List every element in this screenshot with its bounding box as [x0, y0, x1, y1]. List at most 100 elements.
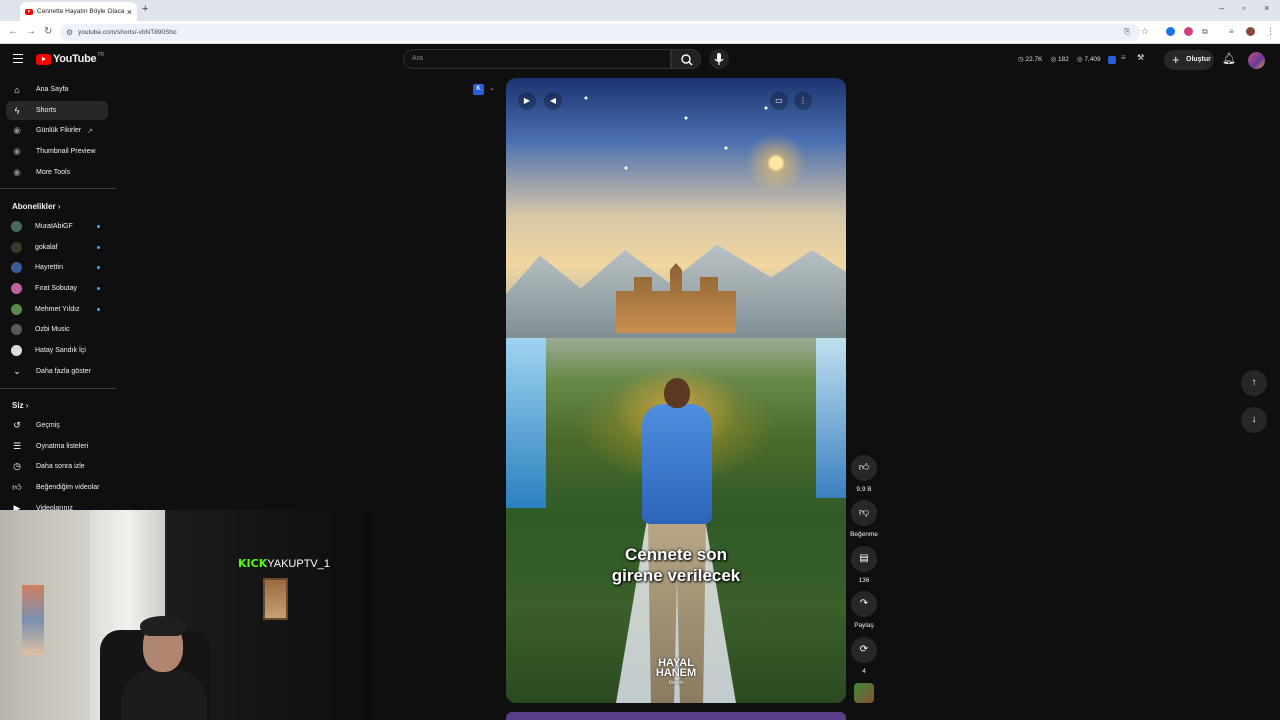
like-count: 9,9 B	[856, 486, 872, 493]
thumbs-up-icon[interactable]: 👍︎	[851, 455, 877, 481]
extensions-puzzle-icon[interactable]: ⧉	[1202, 27, 1208, 37]
channel-avatar	[11, 283, 22, 294]
forward-icon[interactable]: →	[26, 26, 36, 37]
sidebar-item-label: More Tools	[36, 169, 71, 176]
search-button[interactable]	[671, 49, 701, 69]
more-options-button[interactable]: ⋮	[794, 92, 812, 110]
watermark-location: Mersin	[668, 680, 684, 686]
create-button[interactable]: Oluştur	[1164, 50, 1214, 70]
media-control-icon[interactable]: ≡	[1229, 27, 1234, 36]
new-content-dot	[97, 308, 100, 311]
extension-shield-icon[interactable]	[1184, 27, 1193, 36]
sidebar-item-more-tools[interactable]: ◉ More Tools	[6, 163, 108, 182]
extension-stats: ◷ 22.7K ◎ 182 ◎ 7,409	[1018, 55, 1101, 63]
menu-icon[interactable]	[13, 54, 23, 63]
subscription-item[interactable]: Ozbi Music	[6, 320, 108, 339]
sidebar-item-home[interactable]: ⌂ Ana Sayfa	[6, 80, 108, 99]
extension-icon: ◉	[13, 125, 21, 135]
sound-thumbnail[interactable]	[854, 683, 874, 703]
chevron-down-icon[interactable]: ⌄	[489, 84, 495, 92]
share-label: Paylaş	[854, 622, 874, 629]
close-window-icon[interactable]: ×	[1264, 3, 1269, 13]
sidebar-item-watch-later[interactable]: ◷ Daha sonra izle	[6, 457, 108, 476]
minimize-icon[interactable]: –	[1219, 3, 1224, 13]
person-head	[664, 378, 690, 408]
subscriptions-heading[interactable]: Abonelikler ›	[12, 202, 60, 211]
next-short-button[interactable]: ↓	[1241, 407, 1267, 433]
like-action[interactable]: 👍︎ 9,9 B	[849, 455, 879, 493]
remix-action[interactable]: ⟳ 4	[849, 637, 879, 675]
extension-blue-icon[interactable]	[1166, 27, 1175, 36]
extension-list-icon[interactable]: ≡	[1121, 53, 1126, 62]
clock-icon: ◷	[13, 461, 21, 471]
notifications-bell-icon[interactable]: 🔔︎	[1222, 52, 1236, 65]
shorts-video-player[interactable]: ▶ ◀ ▭ ⋮ Cennete son girene verilecek HAY…	[506, 78, 846, 703]
divider	[0, 188, 116, 189]
new-content-dot	[97, 287, 100, 290]
channel-avatar	[11, 304, 22, 315]
extension-tool-icon[interactable]: ⚒	[1137, 53, 1144, 62]
show-more-label: Daha fazla göster	[36, 368, 91, 375]
url-input[interactable]: ⚙ youtube.com/shorts/-vbNT890Sho	[60, 24, 1140, 41]
install-icon[interactable]: ⎘	[1124, 27, 1130, 37]
extension-k-icon[interactable]	[1108, 56, 1116, 64]
stat-likes: ◎ 7,409	[1076, 56, 1101, 63]
thumbs-down-icon[interactable]: 👎︎	[851, 500, 877, 526]
new-tab-icon[interactable]: +	[142, 3, 148, 15]
dislike-action[interactable]: 👎︎ Beğenme	[849, 500, 879, 538]
sidebar-item-thumbnail-preview[interactable]: ◉ Thumbnail Preview	[6, 142, 108, 161]
extension-badge-icon[interactable]: K	[473, 84, 484, 95]
logo-text: YouTube	[53, 53, 97, 65]
new-content-dot	[97, 225, 100, 228]
sidebar-item-label: Shorts	[36, 107, 57, 114]
channel-name: MuratAbiGF	[35, 223, 73, 230]
url-text: youtube.com/shorts/-vbNT890Sho	[78, 29, 177, 36]
subscription-item[interactable]: Hayrettin	[6, 258, 108, 277]
browser-tab[interactable]: Cennette Hayatın Böyle Olacak ×	[20, 2, 137, 21]
you-heading[interactable]: Siz ›	[12, 401, 28, 410]
video-person	[632, 378, 722, 703]
maximize-icon[interactable]: ▫	[1242, 3, 1245, 13]
video-waterfall-right	[816, 338, 846, 498]
share-action[interactable]: ↷ Paylaş	[849, 591, 879, 629]
show-more-button[interactable]: ⌄ Daha fazla göster	[6, 362, 108, 381]
webcam-poster	[22, 585, 44, 655]
sidebar-item-liked-videos[interactable]: 👍︎ Beğendiğim videolar	[6, 478, 108, 497]
captions-button[interactable]: ▭	[770, 92, 788, 110]
subscription-item[interactable]: MuratAbiGF	[6, 217, 108, 236]
sidebar-item-playlists[interactable]: ☰ Oynatma listeleri	[6, 437, 108, 456]
browser-address-bar: ← → ↻ ⚙ youtube.com/shorts/-vbNT890Sho ⎘…	[0, 21, 1280, 44]
volume-button[interactable]: ◀	[544, 92, 562, 110]
subscription-item[interactable]: Hatay Sandık İçi	[6, 341, 108, 360]
remix-icon[interactable]: ⟳	[851, 637, 877, 663]
back-icon[interactable]: ←	[8, 26, 18, 37]
arrow-up-icon: ↑	[1251, 377, 1257, 388]
comment-action[interactable]: ▤ 136	[849, 546, 879, 584]
channel-avatar	[11, 242, 22, 253]
sidebar-item-shorts[interactable]: ϟ Shorts	[6, 101, 108, 120]
subscription-item[interactable]: Fırat Sobutay	[6, 279, 108, 298]
previous-short-button[interactable]: ↑	[1241, 370, 1267, 396]
channel-avatar	[11, 221, 22, 232]
comment-icon[interactable]: ▤	[851, 546, 877, 572]
youtube-logo[interactable]: YouTube TR	[36, 52, 104, 65]
account-avatar[interactable]	[1248, 52, 1265, 69]
subscription-item[interactable]: gokalaf	[6, 238, 108, 257]
browser-menu-icon[interactable]: ⋮	[1266, 26, 1275, 37]
play-button[interactable]: ▶	[518, 92, 536, 110]
close-tab-icon[interactable]: ×	[127, 7, 132, 17]
voice-search-button[interactable]	[709, 49, 729, 69]
bookmark-star-icon[interactable]: ☆	[1141, 26, 1149, 37]
profile-avatar-icon[interactable]	[1246, 27, 1255, 36]
sidebar-item-history[interactable]: ↺ Geçmiş	[6, 416, 108, 435]
new-content-dot	[97, 246, 100, 249]
next-short-preview[interactable]	[506, 712, 846, 720]
logo-region: TR	[97, 52, 104, 58]
search-input[interactable]: Ara	[403, 49, 671, 69]
site-info-icon[interactable]: ⚙	[66, 24, 73, 41]
history-icon: ↺	[13, 420, 21, 430]
subscription-item[interactable]: Mehmet Yıldız	[6, 300, 108, 319]
share-icon[interactable]: ↷	[851, 591, 877, 617]
sidebar-item-gunluk-fikirler[interactable]: ◉ Günlük Fikirler ↗	[6, 121, 108, 140]
reload-icon[interactable]: ↻	[44, 26, 52, 37]
